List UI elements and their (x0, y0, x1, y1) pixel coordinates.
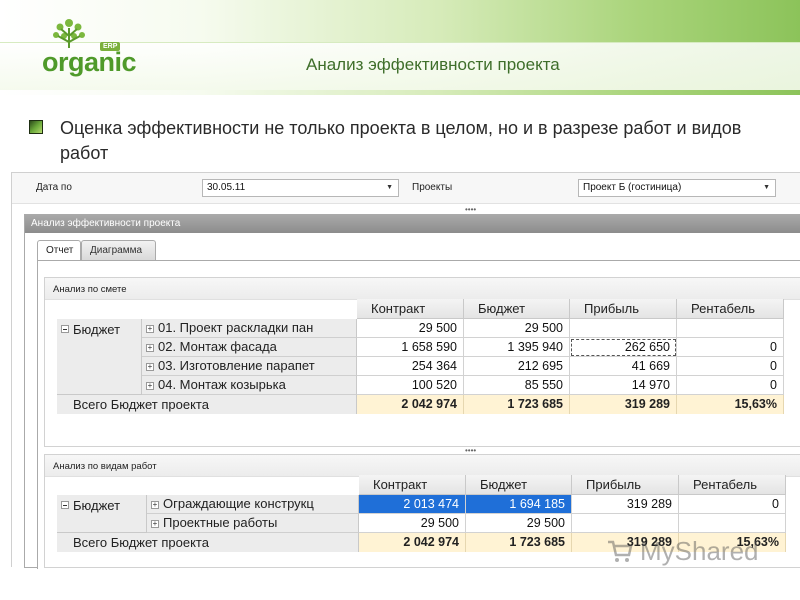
row-group-budget[interactable]: Бюджет (57, 495, 147, 533)
table-cell-focused[interactable]: 262 650 (570, 338, 677, 357)
total-row-label: Всего Бюджет проекта (57, 395, 357, 414)
total-cell[interactable]: 2 042 974 (359, 533, 466, 552)
table-cell-selected[interactable]: 1 694 185 (466, 495, 572, 514)
table-cell[interactable]: 14 970 (570, 376, 677, 395)
collapse-icon[interactable] (61, 325, 69, 333)
column-header[interactable]: Контракт (357, 299, 464, 319)
expand-icon[interactable]: + (151, 520, 159, 528)
date-select[interactable]: 30.05.11 ▼ (202, 179, 399, 197)
table-cell[interactable]: 254 364 (357, 357, 464, 376)
section-title: Анализ по видам работ (45, 455, 800, 477)
watermark-text: MyShared (640, 536, 759, 566)
app-window: Дата по 30.05.11 ▼ Проекты Проект Б (гос… (11, 172, 800, 569)
column-header[interactable]: Бюджет (464, 299, 570, 319)
table-cell[interactable] (572, 514, 679, 533)
table-cell[interactable]: 319 289 (572, 495, 679, 514)
expand-icon[interactable]: + (146, 382, 154, 390)
panel-title: Анализ эффективности проекта (25, 215, 800, 233)
column-header[interactable]: Прибыль (570, 299, 677, 319)
total-cell[interactable]: 2 042 974 (357, 395, 464, 414)
table-row-label[interactable]: + Ограждающие конструкц (147, 495, 359, 514)
table-cell[interactable]: 100 520 (357, 376, 464, 395)
collapse-icon[interactable] (61, 501, 69, 509)
table-cell[interactable]: 1 658 590 (357, 338, 464, 357)
column-header[interactable]: Прибыль (572, 475, 679, 495)
column-header[interactable]: Бюджет (466, 475, 572, 495)
table-row-label[interactable]: +01. Проект раскладки пан (142, 319, 357, 338)
table-cell[interactable] (679, 514, 786, 533)
row-group-label: Бюджет (73, 322, 121, 337)
filter-bar: Дата по 30.05.11 ▼ Проекты Проект Б (гос… (12, 173, 800, 204)
tab-diagram[interactable]: Диаграмма (81, 240, 156, 260)
watermark-cart-icon (608, 540, 633, 562)
column-header[interactable]: Контракт (359, 475, 466, 495)
projects-select[interactable]: Проект Б (гостиница) ▼ (578, 179, 776, 197)
bullet-icon (29, 120, 43, 134)
table-row-label[interactable]: +02. Монтаж фасада (142, 338, 357, 357)
column-header[interactable]: Рентабель (679, 475, 786, 495)
table-cell[interactable]: 29 500 (359, 514, 466, 533)
row-group-budget[interactable]: Бюджет (57, 319, 142, 395)
chevron-down-icon: ▼ (763, 184, 770, 191)
table-cell[interactable]: 29 500 (357, 319, 464, 338)
chevron-down-icon: ▼ (386, 184, 393, 191)
table-cell[interactable]: 0 (677, 357, 784, 376)
section-title: Анализ по смете (45, 278, 800, 300)
table-cell[interactable]: 212 695 (464, 357, 570, 376)
table-cell[interactable] (677, 319, 784, 338)
table-cell[interactable]: 1 395 940 (464, 338, 570, 357)
table-cell[interactable]: 41 669 (570, 357, 677, 376)
expand-icon[interactable]: + (146, 363, 154, 371)
table-cell[interactable]: 29 500 (466, 514, 572, 533)
total-row-label: Всего Бюджет проекта (57, 533, 359, 552)
table-cell[interactable]: 85 550 (464, 376, 570, 395)
projects-label: Проекты (412, 182, 453, 193)
row-group-label: Бюджет (73, 498, 121, 513)
splitter-handle[interactable]: •••• (465, 206, 476, 214)
expand-icon[interactable]: + (151, 501, 159, 509)
total-cell[interactable]: 15,63% (677, 395, 784, 414)
table-cell[interactable]: 0 (677, 338, 784, 357)
slide-heading: Оценка эффективности не только проекта в… (60, 118, 742, 163)
total-cell[interactable]: 1 723 685 (464, 395, 570, 414)
projects-value: Проект Б (гостиница) (583, 182, 682, 193)
table-cell[interactable]: 0 (679, 495, 786, 514)
table-cell-selected[interactable]: 2 013 474 (359, 495, 466, 514)
date-value: 30.05.11 (207, 182, 246, 193)
date-label: Дата по (36, 182, 72, 193)
total-cell[interactable]: 1 723 685 (466, 533, 572, 552)
expand-icon[interactable]: + (146, 344, 154, 352)
table-cell[interactable] (570, 319, 677, 338)
tab-report[interactable]: Отчет (37, 240, 81, 261)
table-cell[interactable]: 29 500 (464, 319, 570, 338)
page-title: Анализ эффективности проекта (306, 55, 560, 74)
table-row-label[interactable]: +03. Изготовление парапет (142, 357, 357, 376)
logo-erp-badge: ERP (100, 42, 121, 51)
table-row-label[interactable]: +04. Монтаж козырька (142, 376, 357, 395)
total-cell[interactable]: 319 289 (570, 395, 677, 414)
expand-icon[interactable]: + (146, 325, 154, 333)
table-cell[interactable]: 0 (677, 376, 784, 395)
logo-wordmark: organic (42, 47, 137, 77)
column-header[interactable]: Рентабель (677, 299, 784, 319)
table-row-label[interactable]: + Проектные работы (147, 514, 359, 533)
